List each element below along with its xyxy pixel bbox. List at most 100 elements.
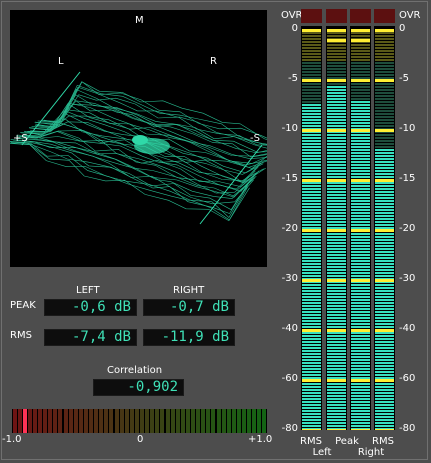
meter-segment	[302, 386, 321, 388]
meter-segment	[351, 218, 370, 220]
meter-segment	[302, 257, 321, 259]
meter-segment	[351, 314, 370, 316]
scale-label: -60	[399, 373, 416, 384]
meter-scale-marker	[327, 379, 346, 382]
meter-segment	[302, 170, 321, 172]
rms-right-readout: -11,9 dB	[143, 329, 235, 346]
scale-label: -80	[399, 423, 416, 434]
peak-hold-indicator	[327, 39, 346, 42]
meter-segment	[351, 419, 370, 421]
meter-segment	[375, 245, 394, 247]
meter-segment	[375, 398, 394, 400]
meter-segment	[302, 371, 321, 373]
meter-segment	[302, 317, 321, 319]
meter-segment	[375, 317, 394, 319]
right-header: RIGHT	[173, 285, 205, 296]
meter-segment	[375, 203, 394, 205]
meter-segment	[327, 146, 346, 148]
meter-segment	[327, 107, 346, 109]
meter-segment	[327, 374, 346, 376]
meter-segment	[327, 353, 346, 355]
meter-segment	[327, 203, 346, 205]
meter-segment	[351, 134, 370, 136]
meter-segment	[302, 422, 321, 424]
meter-segment	[302, 197, 321, 199]
meter-segment	[327, 236, 346, 238]
meter-segment	[351, 74, 370, 76]
meter-segment	[327, 185, 346, 187]
meter-segment	[327, 263, 346, 265]
meter-scale-marker	[302, 179, 321, 182]
meter-segment	[375, 353, 394, 355]
meter-segment	[327, 221, 346, 223]
meter-segment	[302, 209, 321, 211]
meter-segment	[302, 89, 321, 91]
goniometer-trace	[10, 71, 267, 225]
scale-label: -40	[281, 323, 298, 334]
meter-segment	[351, 317, 370, 319]
meter-segment	[351, 290, 370, 292]
meter-segment	[351, 242, 370, 244]
peak-left-readout: -0,6 dB	[44, 299, 137, 316]
meter-segment	[327, 137, 346, 139]
meter-segment	[351, 191, 370, 193]
meter-segment	[375, 224, 394, 226]
meter-segment	[375, 269, 394, 271]
meter-segment	[302, 44, 321, 46]
meter-segment	[327, 254, 346, 256]
meter-segment	[327, 143, 346, 145]
meter-segment	[351, 107, 370, 109]
meter-segment	[302, 323, 321, 325]
meter-segment	[351, 203, 370, 205]
correlation-segment	[63, 409, 68, 433]
peak-hold-indicator	[351, 39, 370, 42]
meter-segment	[302, 53, 321, 55]
meter-scale-marker	[302, 379, 321, 382]
meter-segment	[351, 296, 370, 298]
meter-segment	[327, 101, 346, 103]
meter-scale-marker	[375, 429, 394, 430]
meter-segment	[302, 218, 321, 220]
meter-segment	[375, 47, 394, 49]
correlation-segment	[78, 409, 83, 433]
meter-segment	[351, 254, 370, 256]
meter-segment	[327, 176, 346, 178]
correlation-tick-mid: 0	[137, 434, 144, 445]
meter-segment	[351, 386, 370, 388]
meter-segment	[375, 233, 394, 235]
meter-segment	[351, 245, 370, 247]
meter-segment	[351, 344, 370, 346]
correlation-segment	[247, 409, 252, 433]
meter-segment	[327, 269, 346, 271]
meter-segment	[327, 275, 346, 277]
meter-scale-marker	[327, 79, 346, 82]
correlation-segment	[211, 409, 216, 433]
meter-segment	[302, 425, 321, 427]
meter-segment	[302, 125, 321, 127]
meter-segment	[375, 185, 394, 187]
meter-segment	[351, 35, 370, 37]
meter-segment	[302, 320, 321, 322]
correlation-segment	[99, 409, 104, 433]
meter-segment	[351, 308, 370, 310]
meter-segment	[351, 119, 370, 121]
meter-segment	[327, 47, 346, 49]
meter-segment	[302, 185, 321, 187]
scale-label: 0	[291, 23, 298, 34]
meter-segment	[351, 143, 370, 145]
meter-segment	[351, 341, 370, 343]
meter-segment	[375, 272, 394, 274]
meter-segment	[327, 245, 346, 247]
meter-segment	[351, 398, 370, 400]
meter-segment	[302, 275, 321, 277]
meter-segment	[351, 194, 370, 196]
meter-segment	[302, 251, 321, 253]
meter-segment	[351, 338, 370, 340]
meter-segment	[375, 383, 394, 385]
meter-segment	[302, 104, 321, 106]
correlation-segment	[242, 409, 246, 433]
meter-segment	[302, 164, 321, 166]
meter-segment	[327, 317, 346, 319]
meter-segment	[375, 236, 394, 238]
meter-segment	[375, 248, 394, 250]
